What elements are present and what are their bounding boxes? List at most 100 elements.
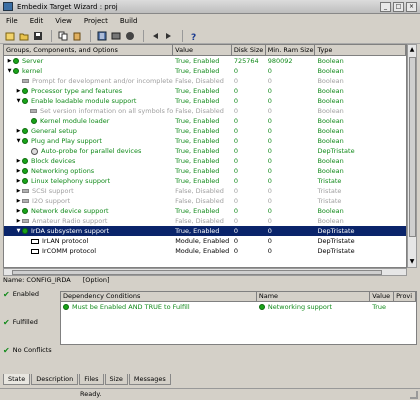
table-row[interactable]: ▶ General setup True, Enabled 0 0 Boolean	[4, 126, 406, 136]
table-row[interactable]: Kernel module loader True, Enabled 0 0 Boole…	[4, 116, 406, 126]
dependency-row[interactable]: Must be Enabled AND TRUE to Fulfill Netw…	[61, 302, 416, 312]
row-name: IrCOMM protocol	[42, 247, 97, 255]
dep-header-provides[interactable]: Provi	[394, 292, 416, 301]
check-icon: ✔	[3, 345, 10, 355]
option-kind: [Option]	[82, 276, 110, 284]
dep-header-conditions[interactable]: Dependency Conditions	[61, 292, 257, 301]
tab-state[interactable]: State	[3, 374, 31, 385]
paste-icon[interactable]	[71, 30, 83, 42]
save-icon[interactable]	[32, 30, 44, 42]
stop-icon[interactable]	[124, 30, 136, 42]
collapsed-arrow-icon[interactable]: ▶	[15, 186, 22, 196]
collapsed-arrow-icon[interactable]: ▶	[15, 166, 22, 176]
menu-file[interactable]: File	[6, 17, 18, 25]
table-row[interactable]: ▶ Server True, Enabled 725764 980092 Boolean	[4, 56, 406, 66]
expanded-arrow-icon[interactable]: ▼	[6, 66, 13, 76]
table-row[interactable]: ▼ Enable loadable module support True, Ena…	[4, 96, 406, 106]
dep-name: Networking support	[267, 303, 333, 311]
status-fulfilled: Fulfilled	[12, 318, 38, 326]
table-row[interactable]: ▼ Plug and Play support True, Enabled 0 0 Boo…	[4, 136, 406, 146]
row-type: Boolean	[317, 77, 344, 85]
minimize-button[interactable]: _	[380, 2, 391, 12]
scroll-thumb[interactable]	[409, 57, 416, 237]
scroll-down-icon[interactable]: ▼	[408, 257, 416, 267]
table-row[interactable]: ▶ Network device support True, Enabled 0 0 Bo…	[4, 206, 406, 216]
build-icon[interactable]	[96, 30, 108, 42]
table-row[interactable]: IrCOMM protocol Module, Enabled 0 0 DepTrist…	[4, 246, 406, 256]
help-icon[interactable]: ?	[188, 30, 200, 42]
table-row[interactable]: ▶ Linux telephony support True, Enabled 0 0 T…	[4, 176, 406, 186]
table-row[interactable]: IrLAN protocol Module, Enabled 0 0 DepTrista…	[4, 236, 406, 246]
expanded-arrow-icon[interactable]: ▼	[15, 96, 22, 106]
row-disk-size: 0	[233, 87, 239, 95]
close-button[interactable]: ×	[406, 2, 417, 12]
back-arrow-icon[interactable]	[149, 30, 161, 42]
row-disk-size: 0	[233, 67, 238, 75]
row-name: Enable loadable module support	[31, 97, 137, 105]
collapsed-arrow-icon[interactable]: ▶	[15, 156, 22, 166]
expanded-arrow-icon[interactable]: ▼	[15, 226, 22, 236]
row-ram-size: 0	[267, 247, 272, 255]
collapsed-arrow-icon[interactable]: ▶	[6, 56, 13, 66]
scroll-up-icon[interactable]: ▲	[408, 45, 416, 55]
dep-header-name[interactable]: Name	[257, 292, 371, 301]
table-row[interactable]: ▶ Processor type and features True, Enable…	[4, 86, 406, 96]
menu-build[interactable]: Build	[120, 17, 138, 25]
table-row[interactable]: Auto-probe for parallel devices True, Ena…	[4, 146, 406, 156]
collapsed-arrow-icon[interactable]: ▶	[15, 196, 22, 206]
row-name: SCSI support	[32, 187, 74, 195]
table-row[interactable]: Set version information on all symbols f…	[4, 106, 406, 116]
enabled-dot-icon	[22, 138, 28, 144]
column-header-type[interactable]: Type	[315, 45, 406, 55]
table-row[interactable]: ▶ Amateur Radio support False, Disabled 0 0 B…	[4, 216, 406, 226]
tab-size[interactable]: Size	[104, 374, 128, 385]
copy-icon[interactable]	[57, 30, 69, 42]
open-folder-icon[interactable]	[18, 30, 30, 42]
tab-messages[interactable]: Messages	[128, 374, 171, 385]
row-value: True, Enabled	[175, 137, 220, 145]
table-row[interactable]: ▶ SCSI support False, Disabled 0 0 Tristate	[4, 186, 406, 196]
table-row[interactable]: ▼ IrDA subsystem support True, Enabled 0 0 De…	[4, 226, 406, 236]
menu-bar: File Edit View Project Build	[0, 14, 420, 28]
row-type: Tristate	[317, 177, 342, 185]
row-value: False, Disabled	[175, 77, 224, 85]
column-header-disk-size[interactable]: Disk Size	[232, 45, 266, 55]
collapsed-arrow-icon[interactable]: ▶	[15, 176, 22, 186]
row-disk-size: 0	[233, 137, 239, 145]
row-value: True, Enabled	[175, 67, 220, 75]
table-row[interactable]: ▶ I2O support False, Disabled 0 0 Tristate	[4, 196, 406, 206]
table-row[interactable]: ▶ Block devices True, Enabled 0 0 Boolean	[4, 156, 406, 166]
maximize-button[interactable]: □	[393, 2, 404, 12]
tab-description[interactable]: Description	[31, 374, 79, 385]
collapsed-arrow-icon[interactable]: ▶	[15, 126, 22, 136]
new-project-icon[interactable]	[4, 30, 16, 42]
row-disk-size: 0	[233, 217, 239, 225]
expanded-arrow-icon[interactable]: ▼	[15, 136, 22, 146]
enabled-dot-icon	[22, 128, 28, 134]
dep-header-value[interactable]: Value	[370, 292, 395, 301]
table-row[interactable]: Prompt for development and/or incomplete…	[4, 76, 406, 86]
forward-arrow-icon[interactable]	[163, 30, 175, 42]
deploy-icon[interactable]	[110, 30, 122, 42]
row-value: False, Disabled	[175, 187, 224, 195]
row-type: Boolean	[317, 117, 344, 125]
table-row[interactable]: ▼ kernel True, Enabled 0 0 Boolean	[4, 66, 406, 76]
row-disk-size: 0	[233, 227, 239, 235]
row-ram-size: 0	[267, 167, 272, 175]
row-type: Boolean	[317, 137, 344, 145]
enabled-dot-icon	[13, 58, 19, 64]
row-ram-size: 0	[267, 137, 272, 145]
column-header-value[interactable]: Value	[173, 45, 232, 55]
vertical-scrollbar[interactable]: ▲ ▼	[407, 44, 417, 268]
tab-files[interactable]: Files	[79, 374, 104, 385]
menu-edit[interactable]: Edit	[30, 17, 44, 25]
table-row[interactable]: ▶ Networking options True, Enabled 0 0 Boolea…	[4, 166, 406, 176]
collapsed-arrow-icon[interactable]: ▶	[15, 206, 22, 216]
resize-grip-icon[interactable]	[410, 391, 418, 399]
collapsed-arrow-icon[interactable]: ▶	[15, 216, 22, 226]
collapsed-arrow-icon[interactable]: ▶	[15, 86, 22, 96]
menu-view[interactable]: View	[55, 17, 72, 25]
menu-project[interactable]: Project	[84, 17, 108, 25]
column-header-name[interactable]: Groups, Components, and Options	[4, 45, 174, 55]
column-header-ram-size[interactable]: Min. Ram Size	[266, 45, 316, 55]
